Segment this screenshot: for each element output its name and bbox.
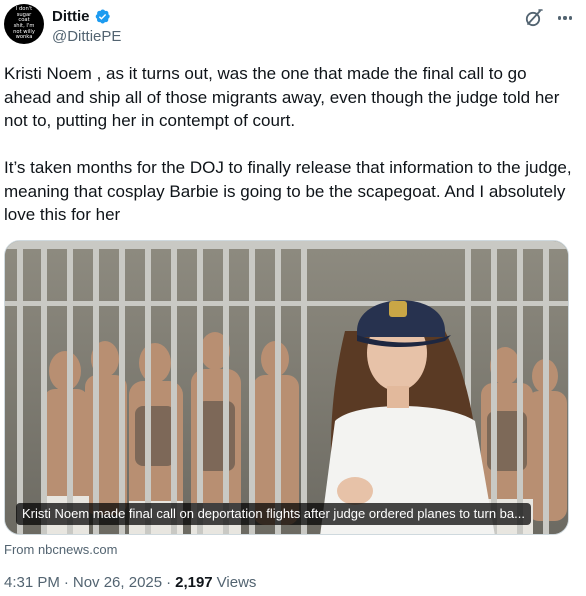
tweet-time[interactable]: 4:31 PM xyxy=(4,574,60,591)
link-card-image[interactable]: Kristi Noem made final call on deportati… xyxy=(4,240,569,535)
grok-icon[interactable] xyxy=(523,7,545,29)
meta-separator: · xyxy=(63,574,69,591)
author-handle[interactable]: @DittiePE xyxy=(52,28,121,45)
author-display-name[interactable]: Dittie xyxy=(52,8,90,25)
tweet-meta: 4:31 PM · Nov 26, 2025 · 2,197 Views xyxy=(4,574,256,591)
tweet-text: Kristi Noem , as it turns out, was the o… xyxy=(4,64,572,224)
views-label: Views xyxy=(216,574,257,591)
avatar[interactable]: I don't sugar coat shit, I'm not willy w… xyxy=(4,4,44,44)
more-options-icon[interactable] xyxy=(555,8,575,28)
views-count: 2,197 xyxy=(175,574,213,591)
meta-separator: · xyxy=(166,574,172,591)
avatar-text: I don't sugar coat shit, I'm not willy w… xyxy=(13,6,35,41)
tweet-date[interactable]: Nov 26, 2025 xyxy=(73,574,162,591)
news-photo xyxy=(5,241,568,534)
link-source[interactable]: From nbcnews.com xyxy=(4,542,117,557)
author-name-row: Dittie xyxy=(52,8,111,25)
tweet-post: I don't sugar coat shit, I'm not willy w… xyxy=(0,0,586,596)
verified-badge-icon[interactable] xyxy=(94,8,111,25)
link-card-caption[interactable]: Kristi Noem made final call on deportati… xyxy=(16,503,531,525)
